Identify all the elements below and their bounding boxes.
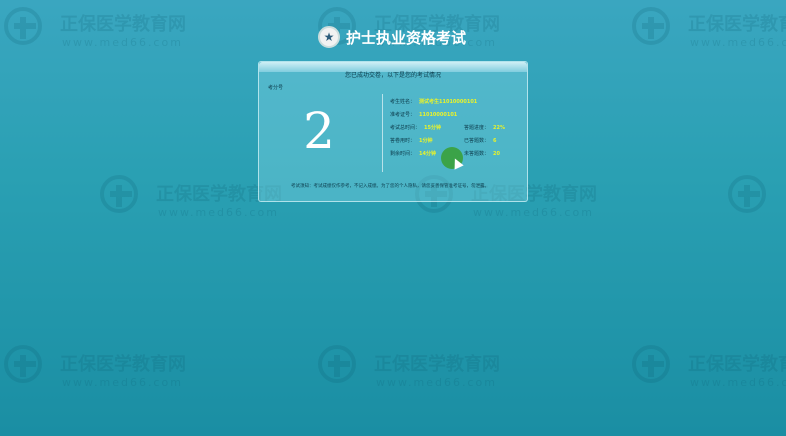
ticket-number-value: 11010000101 [419, 112, 458, 118]
watermark-url: www.med66.com [690, 36, 786, 49]
answered-label: 已答题数： [464, 138, 490, 144]
score-value: 2 [303, 102, 335, 160]
answered-row: 已答题数： 6 [464, 137, 497, 144]
total-time-value: 15分钟 [424, 125, 441, 131]
watermark-logo-icon [318, 345, 356, 383]
remaining-time-value: 14分钟 [419, 151, 436, 157]
panel-divider [382, 94, 383, 172]
watermark-logo-icon [100, 175, 138, 213]
result-panel: 您已成功交卷，以下是您的考试情况 考分号 2 考生姓名： 测试考生11010000… [258, 61, 528, 202]
total-time-row: 考试总时间： 15分钟 [390, 124, 441, 131]
watermark-logo-icon [632, 7, 670, 45]
unanswered-label: 未答题数： [464, 151, 490, 157]
ticket-number-row: 准考证号： 11010000101 [390, 111, 457, 118]
watermark-brand: 正保医学教育网 [60, 14, 186, 35]
watermark-logo-icon [728, 175, 766, 213]
used-time-row: 答卷用时： 1分钟 [390, 137, 433, 144]
watermark-logo-icon [4, 345, 42, 383]
candidate-name-label: 考生姓名： [390, 99, 416, 105]
candidate-name-value: 测试考生11010000101 [419, 99, 478, 105]
candidate-name-row: 考生姓名： 测试考生11010000101 [390, 98, 477, 105]
watermark-url: www.med66.com [376, 376, 497, 389]
remaining-time-label: 剩余时间： [390, 151, 416, 157]
watermark-url: www.med66.com [158, 206, 279, 219]
unanswered-row: 未答题数： 20 [464, 150, 500, 157]
ticket-number-label: 准考证号： [390, 112, 416, 118]
total-time-label: 考试总时间： [390, 125, 421, 131]
used-time-label: 答卷用时： [390, 138, 416, 144]
watermark-url: www.med66.com [690, 376, 786, 389]
page-title: ★ 护士执业资格考试 [318, 25, 466, 49]
result-message: 您已成功交卷，以下是您的考试情况 [344, 72, 441, 79]
progress-value: 22% [493, 125, 505, 131]
progress-row: 答题进度： 22% [464, 124, 505, 131]
watermark-url: www.med66.com [62, 36, 183, 49]
watermark-logo-icon [632, 345, 670, 383]
progress-label: 答题进度： [464, 125, 490, 131]
watermark-brand: 正保医学教育网 [60, 354, 186, 375]
page-title-text: 护士执业资格考试 [346, 28, 467, 47]
answered-value: 6 [493, 138, 497, 144]
used-time-value: 1分钟 [419, 138, 433, 144]
watermark-brand: 正保医学教育网 [688, 354, 786, 375]
unanswered-value: 20 [493, 151, 500, 157]
remaining-time-row: 剩余时间： 14分钟 [390, 150, 436, 157]
exam-notice: 考试须知：考试成绩仅作参考，不记入成绩。为了您的个人隐私，请您妥善保管准考证号，… [291, 184, 489, 189]
watermark-brand: 正保医学教育网 [688, 14, 786, 35]
watermark-logo-icon [4, 7, 42, 45]
score-label: 考分号 [268, 85, 284, 91]
star-emblem-icon: ★ [318, 26, 340, 48]
watermark-url: www.med66.com [473, 206, 594, 219]
watermark-brand: 正保医学教育网 [374, 354, 500, 375]
watermark-url: www.med66.com [62, 376, 183, 389]
